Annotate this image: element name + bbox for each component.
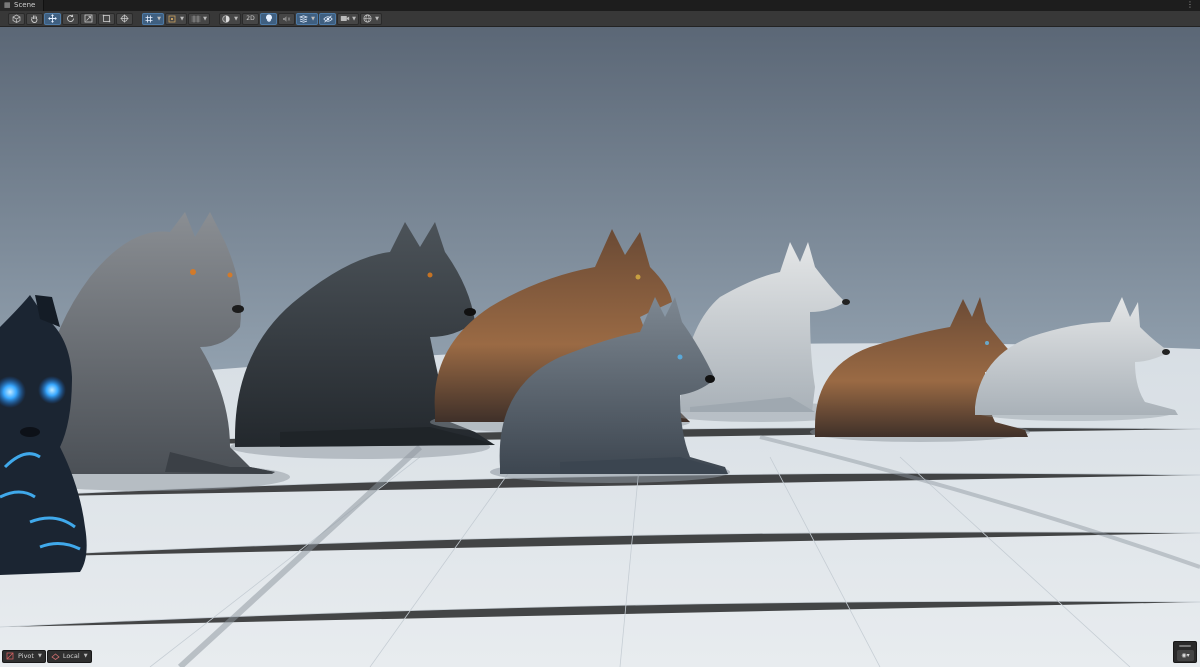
increment-snap-dropdown[interactable]: ▼	[165, 12, 187, 25]
scene-viewport[interactable]	[0, 27, 1200, 667]
scale-tool-button[interactable]	[80, 12, 97, 25]
lightbulb-icon	[265, 14, 272, 22]
tool-group	[8, 12, 134, 25]
move-tool-button[interactable]	[44, 12, 61, 25]
tab-scene[interactable]: ▦ Scene	[0, 0, 45, 11]
view-cube-button[interactable]	[8, 12, 25, 25]
chevron-down-icon: ▼	[157, 15, 161, 22]
overlay-menu-panel: ◉▾	[1173, 641, 1197, 663]
tab-bar: ▦ Scene ⋮	[0, 0, 1200, 11]
toggle-2d-button[interactable]: 2D	[242, 12, 259, 25]
transform-tool-button[interactable]	[116, 12, 133, 25]
kebab-menu-icon[interactable]: ⋮	[1186, 0, 1194, 10]
gizmo-globe-icon	[363, 14, 372, 23]
snap-group: ▼ ▼ ▼	[142, 12, 211, 25]
transform-icon	[120, 14, 129, 23]
grid-snap-icon	[145, 15, 153, 22]
overlay-handle[interactable]	[1179, 645, 1191, 647]
rotate-icon	[67, 14, 74, 22]
toggle-2d-label: 2D	[246, 15, 255, 22]
tab-label: Scene	[14, 1, 36, 9]
effects-dropdown[interactable]: ▼	[296, 12, 318, 25]
chevron-down-icon: ▼	[83, 653, 88, 659]
grid-snap-dropdown[interactable]: ▼	[142, 12, 164, 25]
shading-sphere-icon	[222, 14, 230, 23]
local-space-icon	[51, 653, 60, 660]
overlay-icon: ◉▾	[1181, 652, 1190, 659]
pivot-icon	[6, 652, 14, 660]
camera-settings-dropdown[interactable]: ▼	[337, 12, 359, 25]
chevron-down-icon: ▼	[37, 653, 42, 659]
local-space-dropdown[interactable]: Local ▼	[46, 649, 92, 663]
lighting-toggle-button[interactable]	[260, 12, 277, 25]
pivot-label: Pivot	[18, 652, 34, 660]
chevron-down-icon: ▼	[311, 15, 315, 22]
rotate-tool-button[interactable]	[62, 12, 79, 25]
eye-slash-icon	[322, 15, 333, 22]
hand-tool-button[interactable]	[26, 12, 43, 25]
scale-icon	[84, 14, 93, 23]
move-icon	[48, 14, 57, 23]
effects-layers-icon	[299, 14, 308, 23]
view-options-group: ▼ 2D ▼ ▼ ▼	[219, 12, 383, 25]
camera-icon	[340, 16, 350, 21]
grid-visibility-dropdown[interactable]: ▼	[188, 12, 210, 25]
local-label: Local	[62, 652, 80, 660]
chevron-down-icon: ▼	[203, 15, 207, 22]
grid-plane-icon	[191, 15, 201, 22]
chevron-down-icon: ▼	[180, 15, 184, 22]
view-cube-icon	[12, 14, 21, 23]
overlay-toggle-button[interactable]: ◉▾	[1177, 650, 1194, 661]
scene-toolbar: ▼ ▼ ▼ ▼ 2D ▼ ▼ ▼	[0, 11, 1200, 27]
pivot-local-toolbar: Pivot ▼ Local ▼	[2, 649, 93, 663]
chevron-down-icon: ▼	[352, 15, 356, 22]
increment-snap-icon	[168, 15, 176, 22]
scene-grid-icon: ▦	[4, 1, 11, 9]
pivot-mode-dropdown[interactable]: Pivot ▼	[2, 649, 46, 663]
draw-mode-dropdown[interactable]: ▼	[219, 12, 241, 25]
scene-visibility-button[interactable]	[319, 12, 336, 25]
rect-tool-icon	[102, 14, 111, 23]
chevron-down-icon: ▼	[375, 15, 379, 22]
audio-toggle-button[interactable]	[278, 12, 295, 25]
gizmos-dropdown[interactable]: ▼	[360, 12, 382, 25]
rect-tool-button[interactable]	[98, 12, 115, 25]
scene-render	[0, 27, 1200, 667]
hand-icon	[31, 15, 38, 23]
audio-mute-icon	[283, 15, 291, 22]
chevron-down-icon: ▼	[234, 15, 238, 22]
